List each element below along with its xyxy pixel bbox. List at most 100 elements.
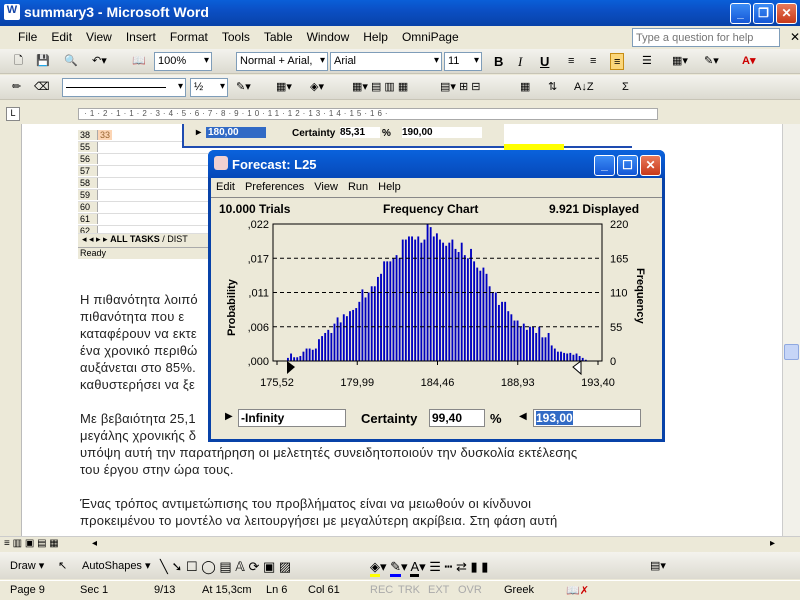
- read-icon[interactable]: 📖: [132, 53, 146, 70]
- status-trk[interactable]: TRK: [398, 584, 420, 596]
- status-ext[interactable]: EXT: [428, 584, 449, 596]
- scroll-left-icon[interactable]: ◂: [92, 538, 97, 549]
- new-icon[interactable]: 🗋: [14, 53, 23, 70]
- right-grabber-handle[interactable]: [572, 360, 582, 376]
- low-value-field[interactable]: -Infinity: [238, 409, 346, 427]
- menu-window[interactable]: Window: [300, 26, 357, 44]
- sort-icon[interactable]: A↓Z: [574, 79, 594, 96]
- maximize-button[interactable]: ❐: [753, 3, 774, 24]
- forecast-menu-preferences[interactable]: Preferences: [240, 178, 309, 193]
- italic-button[interactable]: I: [518, 53, 522, 70]
- fill-color-icon[interactable]: ◈▾ ✎▾ A▾ ☰ ┅ ⇄ ▮ ▮: [370, 558, 488, 577]
- histogram-bar: [454, 248, 457, 361]
- histogram-bar: [510, 314, 513, 361]
- histogram-bar: [501, 301, 503, 361]
- left-grabber-handle[interactable]: [287, 361, 295, 374]
- help-search-input[interactable]: [632, 28, 780, 47]
- eraser-icon[interactable]: ⌫: [34, 79, 50, 96]
- menu-format[interactable]: Format: [163, 26, 215, 44]
- menu-table[interactable]: Table: [257, 26, 300, 44]
- autoshapes-menu[interactable]: AutoShapes ▾: [82, 558, 151, 575]
- save-icon[interactable]: 💾: [36, 53, 50, 70]
- horizontal-ruler[interactable]: L ·1·2·1·1·2·3·4·5·6·7·8·9·10·11·12·13·1…: [0, 104, 800, 124]
- forecast-menu-help[interactable]: Help: [373, 178, 406, 193]
- menu-view[interactable]: View: [79, 26, 119, 44]
- line-style-select[interactable]: [62, 78, 186, 97]
- forecast-minimize-button[interactable]: _: [594, 155, 615, 176]
- close-document-button[interactable]: ✕: [783, 26, 800, 44]
- certainty-field[interactable]: 99,40: [429, 409, 485, 427]
- forecast-close-button[interactable]: ✕: [640, 155, 661, 176]
- menu-omnipage[interactable]: OmniPage: [395, 26, 466, 44]
- text-direction-icon[interactable]: ⇅: [548, 79, 557, 96]
- back-high-field[interactable]: 190,00: [402, 127, 482, 138]
- border-icon[interactable]: ▦▾: [672, 53, 688, 70]
- tab-selector[interactable]: L: [6, 107, 20, 121]
- back-low-field[interactable]: 180,00: [206, 127, 266, 138]
- undo-icon[interactable]: ↶▾: [92, 53, 107, 70]
- align-icon[interactable]: ▤▾ ⊞ ⊟: [440, 79, 480, 96]
- close-button[interactable]: ✕: [776, 3, 797, 24]
- bold-button[interactable]: B: [494, 53, 503, 70]
- histogram-bar: [361, 289, 364, 361]
- menu-insert[interactable]: Insert: [119, 26, 163, 44]
- underline-button[interactable]: U: [540, 53, 549, 70]
- border-color-icon[interactable]: ✎▾: [236, 79, 251, 96]
- shape-tools[interactable]: ╲ ➘ ☐ ◯ ▤ 𝔸 ⟳ ▣ ▨: [160, 558, 291, 575]
- sheet-tab-dist[interactable]: DIST: [167, 234, 188, 244]
- sheet-tab-all-tasks[interactable]: ALL TASKS: [110, 234, 160, 244]
- minimize-button[interactable]: _: [730, 3, 751, 24]
- menu-help[interactable]: Help: [356, 26, 395, 44]
- vertical-scrollbar[interactable]: [782, 124, 800, 536]
- forecast-maximize-button[interactable]: ☐: [617, 155, 638, 176]
- menu-tools[interactable]: Tools: [215, 26, 257, 44]
- histogram-bar: [327, 329, 330, 361]
- word-icon[interactable]: W: [4, 4, 20, 20]
- horizontal-scrollbar[interactable]: ≡ ▥ ▣ ▤ ▦ ◂ ▸: [0, 536, 800, 552]
- shading-icon[interactable]: ◈▾: [310, 79, 324, 96]
- font-select[interactable]: Arial: [330, 52, 442, 71]
- line-weight-select[interactable]: ½: [190, 78, 228, 97]
- select-objects-icon[interactable]: ↖: [58, 558, 67, 575]
- autoformat-icon[interactable]: ▦: [520, 79, 530, 96]
- menu-file[interactable]: File: [0, 26, 44, 44]
- back-certainty-field[interactable]: 85,31: [340, 127, 380, 138]
- font-color-icon[interactable]: A▾: [742, 53, 755, 70]
- status-ovr[interactable]: OVR: [458, 584, 482, 596]
- histogram-bar: [556, 351, 559, 361]
- draw-table-icon[interactable]: ✏: [12, 79, 21, 96]
- view-buttons[interactable]: ≡ ▥ ▣ ▤ ▦: [4, 538, 59, 549]
- justify-icon[interactable]: ≡: [610, 53, 625, 70]
- highlight-icon[interactable]: ✎▾: [704, 53, 719, 70]
- forecast-menu-view[interactable]: View: [309, 178, 343, 193]
- high-arrow-icon[interactable]: ◀: [519, 411, 527, 422]
- histogram-bar: [398, 258, 401, 361]
- menu-edit[interactable]: Edit: [44, 26, 79, 44]
- status-rec[interactable]: REC: [370, 584, 393, 596]
- scroll-right-icon[interactable]: ▸: [770, 538, 775, 549]
- autosum-icon[interactable]: Σ: [622, 79, 629, 96]
- align-center-icon[interactable]: ≡: [590, 53, 596, 70]
- align-left-icon[interactable]: ≡: [568, 53, 574, 70]
- spelling-status-icon[interactable]: 📖✗: [566, 584, 589, 597]
- extra-toolbar-icon[interactable]: ▤▾: [650, 558, 666, 575]
- doc-line: Η πιθανότητα λοιπό: [80, 292, 198, 307]
- outside-border-icon[interactable]: ▦▾: [276, 79, 292, 96]
- drawing-toolbar: Draw ▾ ↖ AutoShapes ▾ ╲ ➘ ☐ ◯ ▤ 𝔸 ⟳ ▣ ▨ …: [0, 552, 800, 579]
- forecast-menu-edit[interactable]: Edit: [211, 178, 240, 193]
- low-arrow-icon[interactable]: ▶: [225, 411, 233, 422]
- high-value-field[interactable]: 193,00: [533, 409, 641, 427]
- bullets-icon[interactable]: ☰: [642, 53, 652, 70]
- style-select[interactable]: Normal + Arial,: [236, 52, 328, 71]
- doc-line: πιθανότητα που ε: [80, 309, 185, 324]
- zoom-select[interactable]: 100%: [154, 52, 212, 71]
- insert-table-icon[interactable]: ▦▾ ▤ ▥ ▦: [352, 79, 408, 96]
- title-bar: W summary3 - Microsoft Word _ ❐ ✕: [0, 0, 800, 26]
- draw-menu[interactable]: Draw ▾: [10, 558, 44, 575]
- forecast-menu-run[interactable]: Run: [343, 178, 373, 193]
- scroll-thumb[interactable]: [784, 344, 799, 360]
- histogram-bar: [547, 332, 550, 361]
- print-preview-icon[interactable]: 🔍: [64, 53, 78, 70]
- font-size-select[interactable]: 11: [444, 52, 482, 71]
- y-tick-label: ,000: [248, 356, 269, 368]
